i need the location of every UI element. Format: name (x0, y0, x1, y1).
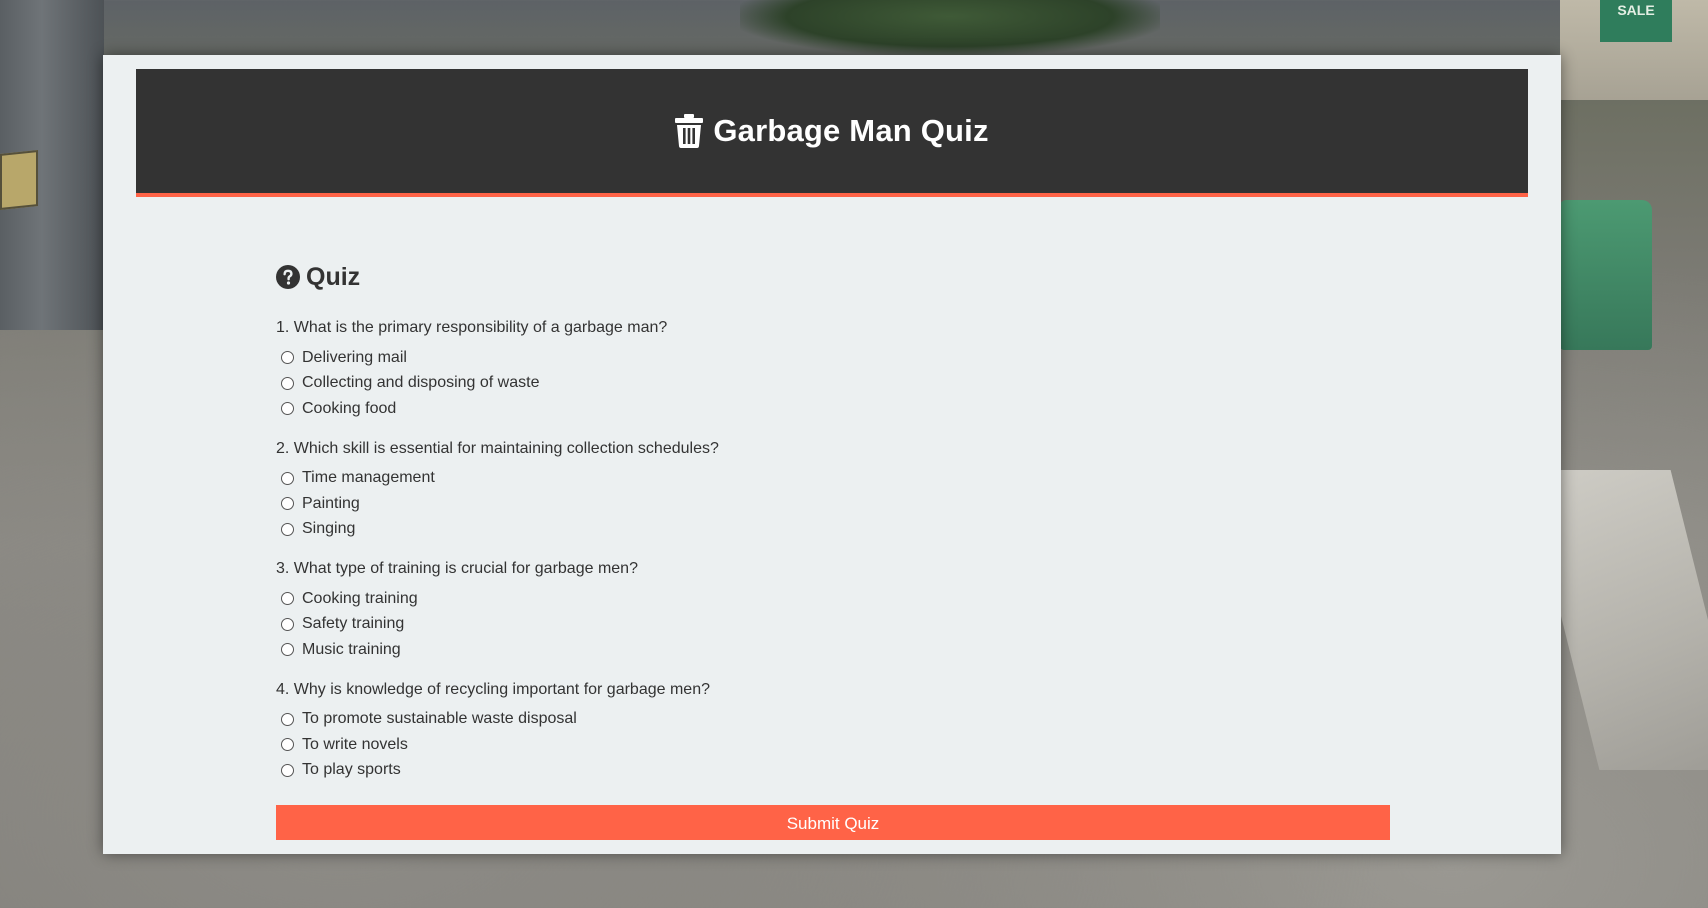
question-text: 1. What is the primary responsibility of… (276, 319, 668, 336)
option-label: Collecting and disposing of waste (302, 374, 540, 392)
quiz-panel: Garbage Man Quiz Quiz 1. What is the pri… (103, 55, 1561, 854)
option-label: Safety training (302, 615, 405, 633)
option-label: Cooking food (302, 399, 397, 417)
answer-option[interactable]: To play sports (276, 758, 1390, 784)
background-tree (740, 0, 1160, 55)
radio-button[interactable] (281, 471, 294, 485)
question-1: 1. What is the primary responsibility of… (276, 318, 1390, 422)
header-bar: Garbage Man Quiz (136, 69, 1528, 197)
radio-button[interactable] (281, 643, 294, 657)
answer-option[interactable]: Safety training (276, 612, 1390, 638)
answer-option[interactable]: Collecting and disposing of waste (276, 371, 1390, 397)
radio-button[interactable] (281, 376, 294, 390)
radio-button[interactable] (281, 763, 294, 777)
quiz-heading: Quiz (276, 260, 1390, 294)
answer-option[interactable]: Time management (276, 466, 1390, 492)
radio-button[interactable] (281, 712, 294, 726)
radio-button[interactable] (281, 351, 294, 365)
option-label: To play sports (302, 761, 401, 779)
question-circle-icon (276, 265, 300, 289)
radio-button[interactable] (281, 497, 294, 511)
radio-button[interactable] (281, 402, 294, 416)
radio-button[interactable] (281, 592, 294, 606)
radio-button[interactable] (281, 738, 294, 752)
page-title: Garbage Man Quiz (713, 113, 989, 148)
question-text: 3. What type of training is crucial for … (276, 560, 638, 577)
answer-option[interactable]: Painting (276, 491, 1390, 517)
question-2: 2. Which skill is essential for maintain… (276, 439, 1390, 543)
radio-button[interactable] (281, 617, 294, 631)
option-label: Cooking training (302, 589, 418, 607)
answer-option[interactable]: Cooking food (276, 396, 1390, 422)
option-label: To promote sustainable waste disposal (302, 710, 577, 728)
answer-option[interactable]: Singing (276, 517, 1390, 543)
option-label: Painting (302, 494, 360, 512)
answer-option[interactable]: Delivering mail (276, 345, 1390, 371)
question-4: 4. Why is knowledge of recycling importa… (276, 680, 1390, 784)
quiz-section: Quiz 1. What is the primary responsibili… (276, 260, 1390, 800)
background-store-sign: SALE (1600, 0, 1672, 42)
background-street-sign (0, 150, 38, 210)
option-label: Delivering mail (302, 348, 407, 366)
option-label: To write novels (302, 735, 408, 753)
answer-option[interactable]: To promote sustainable waste disposal (276, 707, 1390, 733)
question-text: 4. Why is knowledge of recycling importa… (276, 680, 710, 698)
option-label: Singing (302, 520, 356, 538)
question-3: 3. What type of training is crucial for … (276, 559, 1390, 663)
question-text: 2. Which skill is essential for maintain… (276, 439, 719, 457)
background-dumpster (1560, 200, 1652, 350)
answer-option[interactable]: Cooking training (276, 586, 1390, 612)
submit-quiz-button[interactable]: Submit Quiz (276, 805, 1390, 840)
quiz-title: Quiz (306, 262, 361, 291)
trash-icon (675, 114, 704, 148)
radio-button[interactable] (281, 522, 294, 536)
option-label: Music training (302, 640, 401, 658)
answer-option[interactable]: To write novels (276, 732, 1390, 758)
question-list: 1. What is the primary responsibility of… (276, 318, 1390, 783)
option-label: Time management (302, 469, 435, 487)
answer-option[interactable]: Music training (276, 637, 1390, 663)
